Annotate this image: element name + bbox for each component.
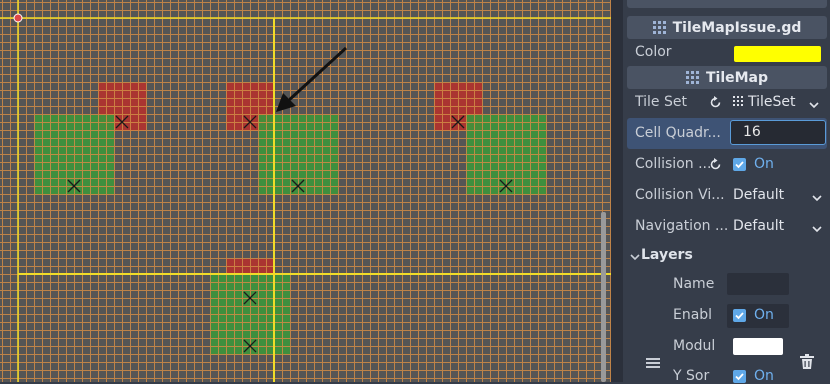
collision-label: Collision ...	[635, 156, 712, 172]
navigation-visibility-value[interactable]: Default	[733, 218, 784, 234]
script-section-header[interactable]: TileMapIssue.gd	[627, 16, 827, 39]
collision-value: On	[754, 156, 774, 172]
layer-name-label: Name	[673, 276, 715, 292]
collision-row: Collision ... On	[627, 149, 827, 180]
revert-icon[interactable]	[709, 158, 722, 171]
tilemap-canvas[interactable]	[0, 0, 611, 382]
collision-visibility-value[interactable]: Default	[733, 187, 784, 203]
trash-icon[interactable]	[800, 354, 814, 369]
cell-quadrant-input[interactable]: 16	[730, 120, 826, 145]
tilemap-section-header[interactable]: TileMap	[627, 66, 827, 89]
color-property-row: Color	[627, 37, 827, 68]
layer-name-input[interactable]	[727, 273, 789, 295]
layers-group-header[interactable]: Layers	[627, 246, 777, 266]
collision-visibility-row: Collision Vi... Default	[627, 180, 827, 211]
collision-visibility-label: Collision Vi...	[635, 187, 725, 203]
color-swatch[interactable]	[734, 46, 821, 62]
panel-divider[interactable]	[611, 0, 623, 382]
tileset-icon	[733, 96, 746, 109]
drag-handle-icon[interactable]	[646, 357, 660, 369]
cell-quadrant-label: Cell Quadr...	[635, 125, 721, 141]
chevron-down-icon	[630, 250, 640, 261]
tilemap-viewport[interactable]	[0, 0, 611, 382]
layer-enabled-label: Enabl	[673, 307, 713, 323]
checkbox-checked-icon[interactable]	[733, 158, 746, 171]
checkbox-checked-icon[interactable]	[733, 370, 746, 383]
inspector-top-bar	[627, 0, 827, 8]
tile-set-label: Tile Set	[635, 94, 687, 110]
cell-quadrant-value: 16	[743, 124, 761, 140]
layers-header-label: Layers	[641, 247, 693, 263]
tilemap-header-label: TileMap	[705, 69, 769, 86]
navigation-visibility-row: Navigation ... Default	[627, 211, 827, 242]
tile-set-value[interactable]: TileSet	[748, 94, 796, 110]
script-icon	[652, 21, 666, 34]
viewport-vertical-scrollbar[interactable]	[601, 212, 606, 382]
origin-icon	[13, 13, 23, 23]
cell-quadrant-row: Cell Quadr... 16	[627, 118, 827, 149]
layer-modulate-label: Modul	[673, 338, 716, 354]
checkbox-checked-icon[interactable]	[733, 309, 746, 322]
revert-icon[interactable]	[709, 96, 722, 109]
tilemap-icon	[685, 71, 699, 84]
layer-modulate-swatch[interactable]	[733, 338, 783, 355]
tile-set-row: Tile Set TileSet	[627, 87, 827, 118]
navigation-visibility-label: Navigation ...	[635, 218, 729, 234]
color-label: Color	[635, 44, 672, 60]
chevron-down-icon[interactable]	[812, 191, 822, 202]
chevron-down-icon[interactable]	[812, 222, 822, 233]
script-header-label: TileMapIssue.gd	[672, 19, 802, 36]
layer-enabled-value: On	[754, 307, 774, 323]
inspector-panel: TileMapIssue.gd Color TileMap Tile Set T…	[623, 0, 830, 384]
chevron-down-icon[interactable]	[809, 98, 819, 109]
